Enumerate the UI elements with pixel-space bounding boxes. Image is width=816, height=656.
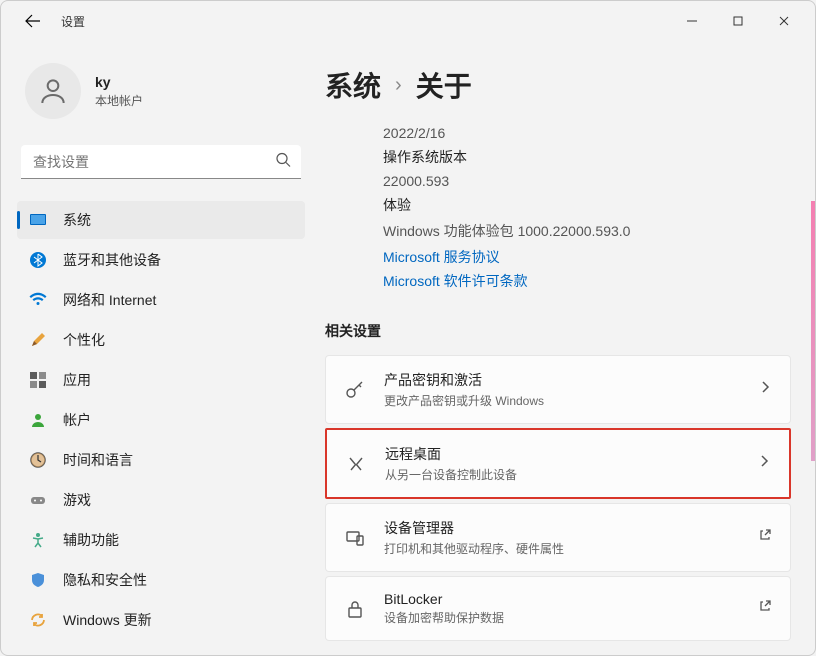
sidebar-item-accessibility[interactable]: 辅助功能 (17, 521, 305, 559)
card-title: 设备管理器 (384, 518, 564, 538)
clock-globe-icon (29, 451, 47, 469)
sidebar-item-label: 蓝牙和其他设备 (63, 250, 161, 270)
sidebar-item-label: 系统 (63, 210, 91, 230)
window-title: 设置 (61, 13, 85, 30)
minimize-button[interactable] (669, 5, 715, 37)
breadcrumb-current: 关于 (416, 65, 472, 105)
about-info: 2022/2/16 操作系统版本 22000.593 体验 Windows 功能… (325, 125, 791, 291)
card-desc: 设备加密帮助保护数据 (384, 609, 504, 626)
remote-desktop-icon (345, 453, 367, 475)
bluetooth-icon (29, 251, 47, 269)
card-desc: 打印机和其他驱动程序、硬件属性 (384, 540, 564, 557)
sidebar-item-gaming[interactable]: 游戏 (17, 481, 305, 519)
sidebar-item-label: 网络和 Internet (63, 290, 156, 310)
sidebar-item-windows-update[interactable]: Windows 更新 (17, 601, 305, 639)
person-icon (29, 411, 47, 429)
sidebar-item-apps[interactable]: 应用 (17, 361, 305, 399)
back-button[interactable] (21, 9, 45, 33)
card-product-key[interactable]: 产品密钥和激活 更改产品密钥或升级 Windows (325, 355, 791, 424)
sidebar-item-privacy[interactable]: 隐私和安全性 (17, 561, 305, 599)
card-title: BitLocker (384, 591, 504, 607)
chevron-right-icon (758, 380, 772, 399)
sidebar-item-label: 应用 (63, 370, 91, 390)
install-date: 2022/2/16 (383, 125, 791, 141)
lock-icon (344, 598, 366, 620)
sidebar-item-label: 帐户 (63, 410, 91, 430)
experience-label: 体验 (383, 195, 791, 215)
sidebar-item-label: Windows 更新 (63, 610, 152, 630)
sidebar-item-system[interactable]: 系统 (17, 201, 305, 239)
shield-icon (29, 571, 47, 589)
search-input[interactable] (21, 145, 301, 179)
sidebar-item-label: 隐私和安全性 (63, 570, 147, 590)
maximize-button[interactable] (715, 5, 761, 37)
breadcrumb-root[interactable]: 系统 (325, 65, 381, 105)
brush-icon (29, 331, 47, 349)
external-link-icon (758, 528, 772, 547)
sidebar-item-label: 个性化 (63, 330, 105, 350)
card-desc: 更改产品密钥或升级 Windows (384, 392, 544, 409)
key-icon (344, 379, 366, 401)
sidebar-item-label: 时间和语言 (63, 450, 133, 470)
system-icon (29, 211, 47, 229)
card-remote-desktop[interactable]: 远程桌面 从另一台设备控制此设备 (325, 428, 791, 499)
os-build: 22000.593 (383, 173, 791, 189)
card-device-manager[interactable]: 设备管理器 打印机和其他驱动程序、硬件属性 (325, 503, 791, 572)
sidebar-item-accounts[interactable]: 帐户 (17, 401, 305, 439)
sidebar-item-label: 辅助功能 (63, 530, 119, 550)
accessibility-icon (29, 531, 47, 549)
close-button[interactable] (761, 5, 807, 37)
wifi-icon (29, 291, 47, 309)
gamepad-icon (29, 491, 47, 509)
external-link-icon (758, 599, 772, 618)
sidebar: ky 本地帐户 系统 蓝牙和其他设备 网络和 Internet (1, 41, 313, 655)
sidebar-item-bluetooth[interactable]: 蓝牙和其他设备 (17, 241, 305, 279)
apps-icon (29, 371, 47, 389)
right-accent-bar (811, 201, 815, 461)
experience-value: Windows 功能体验包 1000.22000.593.0 (383, 221, 791, 241)
update-icon (29, 611, 47, 629)
sidebar-item-label: 游戏 (63, 490, 91, 510)
card-bitlocker[interactable]: BitLocker 设备加密帮助保护数据 (325, 576, 791, 641)
main-content: 系统 › 关于 2022/2/16 操作系统版本 22000.593 体验 Wi… (313, 41, 815, 655)
breadcrumb: 系统 › 关于 (325, 65, 791, 105)
user-subtitle: 本地帐户 (95, 92, 143, 109)
link-license-terms[interactable]: Microsoft 软件许可条款 (383, 271, 791, 291)
card-desc: 从另一台设备控制此设备 (385, 466, 517, 483)
chevron-right-icon: › (395, 74, 402, 97)
sidebar-item-time-language[interactable]: 时间和语言 (17, 441, 305, 479)
link-service-agreement[interactable]: Microsoft 服务协议 (383, 247, 791, 267)
os-build-label: 操作系统版本 (383, 147, 791, 167)
related-settings-title: 相关设置 (325, 321, 791, 341)
card-title: 产品密钥和激活 (384, 370, 544, 390)
search-icon (275, 152, 291, 173)
device-manager-icon (344, 527, 366, 549)
sidebar-item-network[interactable]: 网络和 Internet (17, 281, 305, 319)
card-title: 远程桌面 (385, 444, 517, 464)
titlebar: 设置 (1, 1, 815, 41)
user-name: ky (95, 74, 143, 90)
chevron-right-icon (757, 454, 771, 473)
avatar (25, 63, 81, 119)
sidebar-item-personalization[interactable]: 个性化 (17, 321, 305, 359)
user-block[interactable]: ky 本地帐户 (17, 51, 305, 141)
